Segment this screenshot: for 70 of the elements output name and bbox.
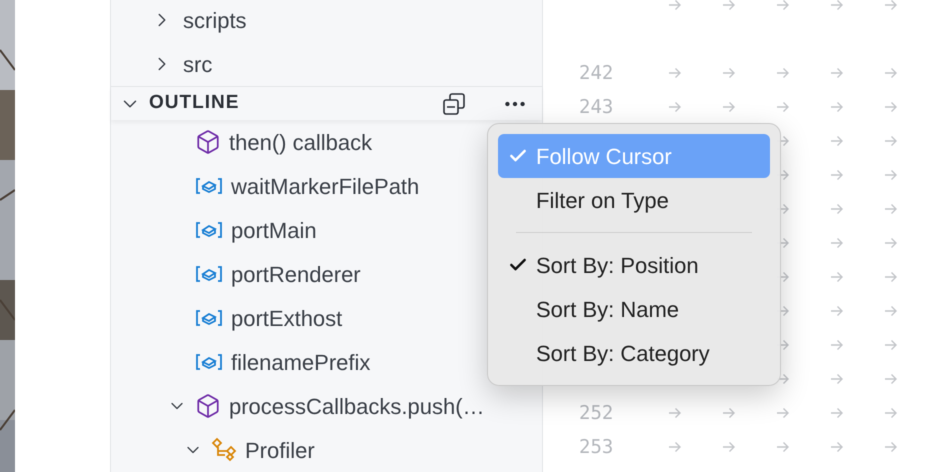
arrow-icon [722, 440, 736, 454]
arrow-icon [830, 202, 844, 216]
arrow-icon [884, 338, 898, 352]
arrow-icon [830, 0, 844, 12]
outline-item[interactable]: processCallbacks.push(… [111, 384, 542, 428]
class-icon [211, 437, 237, 463]
arrow-icon [884, 236, 898, 250]
arrow-icon [830, 304, 844, 318]
line-number: 253 [579, 436, 614, 458]
arrow-icon [884, 372, 898, 386]
arrow-icon [830, 270, 844, 284]
folder-item[interactable]: src [111, 42, 542, 86]
arrow-icon [830, 168, 844, 182]
line-number: 242 [579, 62, 614, 84]
menu-item[interactable]: Sort By: Category [498, 331, 770, 375]
arrow-icon [668, 0, 682, 12]
arrow-icon [830, 100, 844, 114]
arrow-icon [884, 168, 898, 182]
arrow-icon [830, 134, 844, 148]
line-number: 252 [579, 402, 614, 424]
outline-label: portRenderer [231, 260, 361, 289]
variable-icon [195, 352, 223, 372]
arrow-icon [830, 338, 844, 352]
arrow-icon [884, 0, 898, 12]
menu-item[interactable]: Sort By: Name [498, 287, 770, 331]
arrow-icon [776, 406, 790, 420]
arrow-icon [776, 100, 790, 114]
arrow-icon [884, 66, 898, 80]
section-title: OUTLINE [149, 91, 240, 116]
folder-item[interactable]: scripts [111, 0, 542, 42]
arrow-icon [884, 100, 898, 114]
arrow-icon [830, 66, 844, 80]
outline-label: filenamePrefix [231, 348, 370, 376]
cube-icon [195, 393, 221, 419]
arrow-icon [884, 304, 898, 318]
arrow-icon [884, 202, 898, 216]
variable-icon [195, 176, 223, 196]
arrow-icon [884, 406, 898, 420]
arrow-icon [830, 440, 844, 454]
arrow-icon [722, 406, 736, 420]
arrow-icon [668, 66, 682, 80]
variable-icon [195, 220, 223, 240]
outline-label: then() callback [229, 128, 372, 156]
arrow-icon [884, 134, 898, 148]
collapse-all-icon[interactable] [442, 92, 466, 116]
arrow-icon [776, 440, 790, 454]
arrow-icon [668, 100, 682, 114]
variable-icon [195, 264, 223, 284]
arrow-icon [884, 270, 898, 284]
outline-item[interactable]: Profiler [111, 428, 542, 472]
arrow-icon [830, 236, 844, 250]
arrow-icon [884, 440, 898, 454]
outline-label: portExthost [231, 304, 342, 333]
arrow-icon [776, 0, 790, 12]
arrow-icon [830, 406, 844, 420]
arrow-icon [776, 66, 790, 80]
arrow-icon [668, 406, 682, 420]
line-number: 243 [579, 96, 614, 118]
arrow-icon [722, 0, 736, 12]
arrow-icon [668, 440, 682, 454]
variable-icon [195, 308, 223, 328]
outline-label: portMain [231, 216, 317, 245]
arrow-icon [722, 100, 736, 114]
outline-label: processCallbacks.push(… [229, 392, 485, 421]
outline-label: Profiler [245, 436, 315, 464]
cube-icon [195, 129, 221, 155]
arrow-icon [830, 372, 844, 386]
arrow-icon [722, 66, 736, 80]
outline-header[interactable]: OUTLINE [111, 86, 542, 120]
outline-label: waitMarkerFilePath [231, 172, 420, 200]
